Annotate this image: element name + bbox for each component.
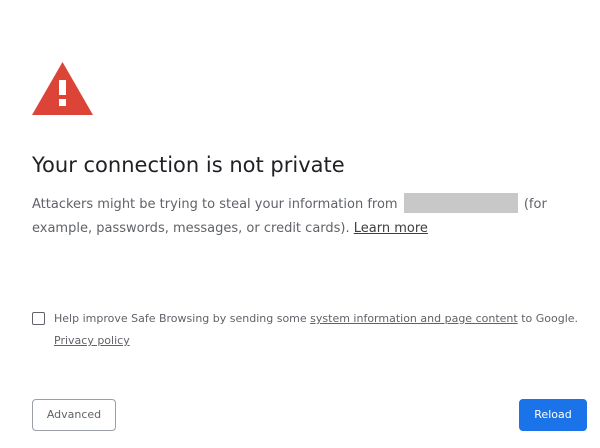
privacy-policy-link[interactable]: Privacy policy <box>54 334 130 347</box>
description-text-before: Attackers might be trying to steal your … <box>32 197 398 212</box>
warning-triangle-icon <box>32 62 93 115</box>
reload-button[interactable]: Reload <box>519 399 587 431</box>
learn-more-link[interactable]: Learn more <box>354 221 428 236</box>
warning-description: Attackers might be trying to steal your … <box>32 193 588 241</box>
interstitial-page: Your connection is not private Attackers… <box>0 0 600 448</box>
advanced-button[interactable]: Advanced <box>32 399 116 431</box>
page-title: Your connection is not private <box>32 153 345 177</box>
redacted-hostname <box>403 193 518 213</box>
safe-browsing-label: Help improve Safe Browsing by sending so… <box>54 308 594 352</box>
system-info-link[interactable]: system information and page content <box>310 312 518 325</box>
safe-browsing-text-after: to Google. <box>521 312 579 325</box>
safe-browsing-checkbox[interactable] <box>32 312 45 325</box>
safe-browsing-text-before: Help improve Safe Browsing by sending so… <box>54 312 307 325</box>
